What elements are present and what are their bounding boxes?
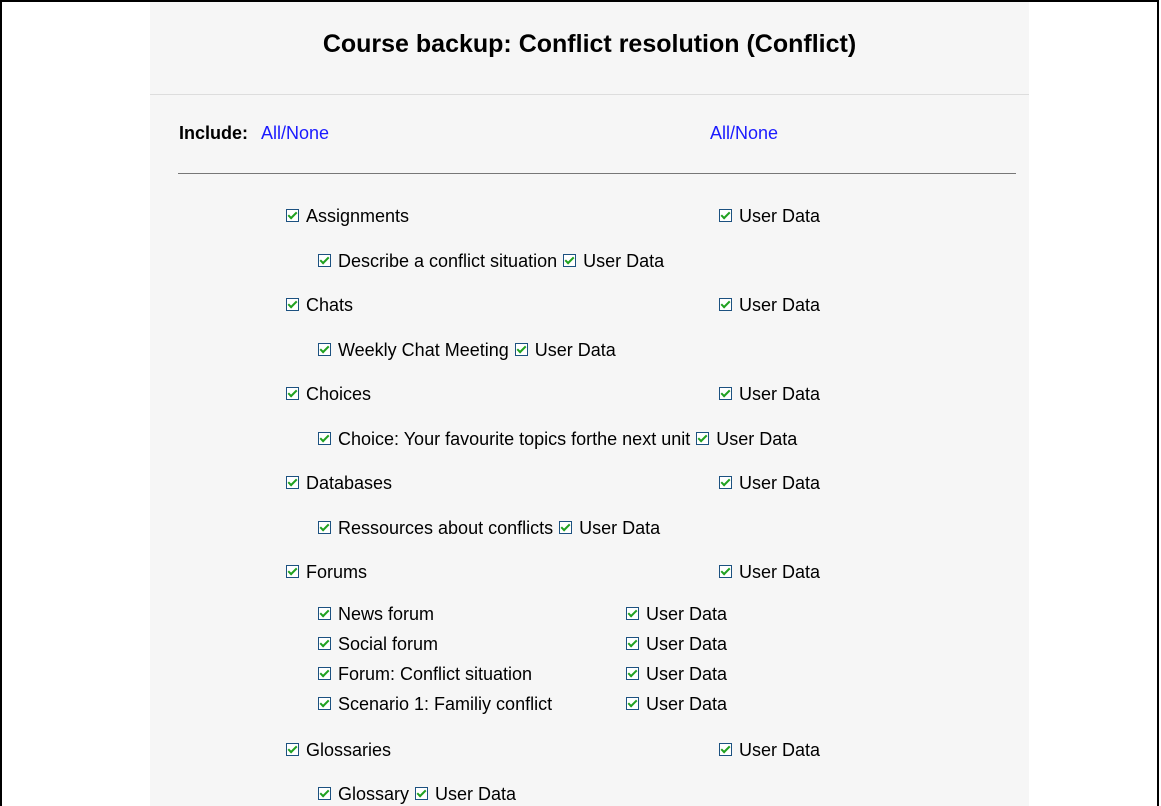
instance-label: Ressources about conflicts [338,518,554,538]
instance-checkbox[interactable] [318,606,331,620]
instance-userdata-checkbox[interactable] [559,520,573,534]
instance-userdata-checkbox[interactable] [415,786,429,800]
module-label: Databases [306,473,393,493]
instance-row: Ressources about conflicts User Data [318,517,660,539]
user-data-label: User Data [739,473,821,493]
module-row-databases: Databases [286,472,392,494]
module-row-assignments: Assignments [286,205,409,227]
user-data-label: User Data [739,206,821,226]
module-label: Choices [306,384,372,404]
instance-checkbox[interactable] [318,253,331,267]
user-data-label: User Data [739,740,821,760]
userdata-checkbox-assignments[interactable] [719,208,732,222]
userdata-checkbox-forums[interactable] [719,564,732,578]
module-checkbox-choices[interactable] [286,386,299,400]
module-checkbox-forums[interactable] [286,564,299,578]
instance-checkbox[interactable] [318,342,331,356]
instance-row: News forum [318,603,434,625]
userdata-checkbox-choices[interactable] [719,386,732,400]
all-none-modules-link[interactable]: All/None [261,123,329,144]
module-userdata-glossaries: User Data [719,739,820,761]
instance-row: Choice: Your favourite topics forthe nex… [318,428,797,450]
title-divider [150,94,1029,95]
include-separator [178,173,1016,174]
instance-label: Glossary [338,784,410,804]
user-data-label: User Data [646,694,728,714]
module-row-chats: Chats [286,294,353,316]
instance-row: Social forum [318,633,438,655]
instance-checkbox[interactable] [318,636,331,650]
module-label: Glossaries [306,740,392,760]
backup-panel: Course backup: Conflict resolution (Conf… [150,2,1029,806]
module-row-glossaries: Glossaries [286,739,391,761]
module-checkbox-assignments[interactable] [286,208,299,222]
user-data-label: User Data [739,384,821,404]
instance-row: Scenario 1: Familiy conflict [318,693,552,715]
page-title: Course backup: Conflict resolution (Conf… [322,30,857,58]
module-label: Chats [306,295,354,315]
instance-row: Forum: Conflict situation [318,663,532,685]
userdata-checkbox-glossaries[interactable] [719,742,732,756]
module-userdata-forums: User Data [719,561,820,583]
instance-userdata-checkbox[interactable] [626,666,639,680]
userdata-checkbox-databases[interactable] [719,475,732,489]
user-data-label: User Data [739,562,821,582]
instance-userdata-checkbox[interactable] [514,342,528,356]
module-label: Forums [306,562,368,582]
module-checkbox-chats[interactable] [286,297,299,311]
user-data-label: User Data [646,604,728,624]
user-data-label: User Data [579,518,661,538]
instance-userdata: User Data [626,633,727,655]
instance-userdata: User Data [626,663,727,685]
instance-label: Weekly Chat Meeting [338,340,509,360]
module-userdata-assignments: User Data [719,205,820,227]
instance-userdata: User Data [626,693,727,715]
include-label: Include: [179,123,249,143]
module-row-choices: Choices [286,383,371,405]
instance-label: News forum [338,604,435,624]
instance-row: Describe a conflict situation User Data [318,250,664,272]
instance-userdata-checkbox[interactable] [696,431,710,445]
instance-checkbox[interactable] [318,666,331,680]
instance-userdata-checkbox[interactable] [626,696,639,710]
module-checkbox-glossaries[interactable] [286,742,299,756]
all-none-userdata-link[interactable]: All/None [710,123,778,144]
module-checkbox-databases[interactable] [286,475,299,489]
module-userdata-databases: User Data [719,472,820,494]
user-data-label: User Data [534,340,616,360]
instance-label: Describe a conflict situation [338,251,558,271]
instance-checkbox[interactable] [318,431,331,445]
user-data-label: User Data [716,429,798,449]
user-data-label: User Data [739,295,821,315]
userdata-checkbox-chats[interactable] [719,297,732,311]
instance-checkbox[interactable] [318,696,331,710]
instance-row: Glossary User Data [318,783,516,805]
user-data-label: User Data [646,634,728,654]
instance-label: Scenario 1: Familiy conflict [338,694,553,714]
instance-label: Choice: Your favourite topics forthe nex… [338,429,691,449]
user-data-label: User Data [646,664,728,684]
instance-checkbox[interactable] [318,520,331,534]
instance-userdata-checkbox[interactable] [626,636,639,650]
module-userdata-choices: User Data [719,383,820,405]
module-label: Assignments [306,206,410,226]
instance-label: Forum: Conflict situation [338,664,533,684]
instance-userdata: User Data [626,603,727,625]
instance-userdata-checkbox[interactable] [626,606,639,620]
module-userdata-chats: User Data [719,294,820,316]
instance-userdata-checkbox[interactable] [563,253,577,267]
user-data-label: User Data [583,251,665,271]
instance-checkbox[interactable] [318,786,331,800]
instance-row: Weekly Chat Meeting User Data [318,339,616,361]
module-row-forums: Forums [286,561,367,583]
user-data-label: User Data [435,784,517,804]
instance-label: Social forum [338,634,439,654]
